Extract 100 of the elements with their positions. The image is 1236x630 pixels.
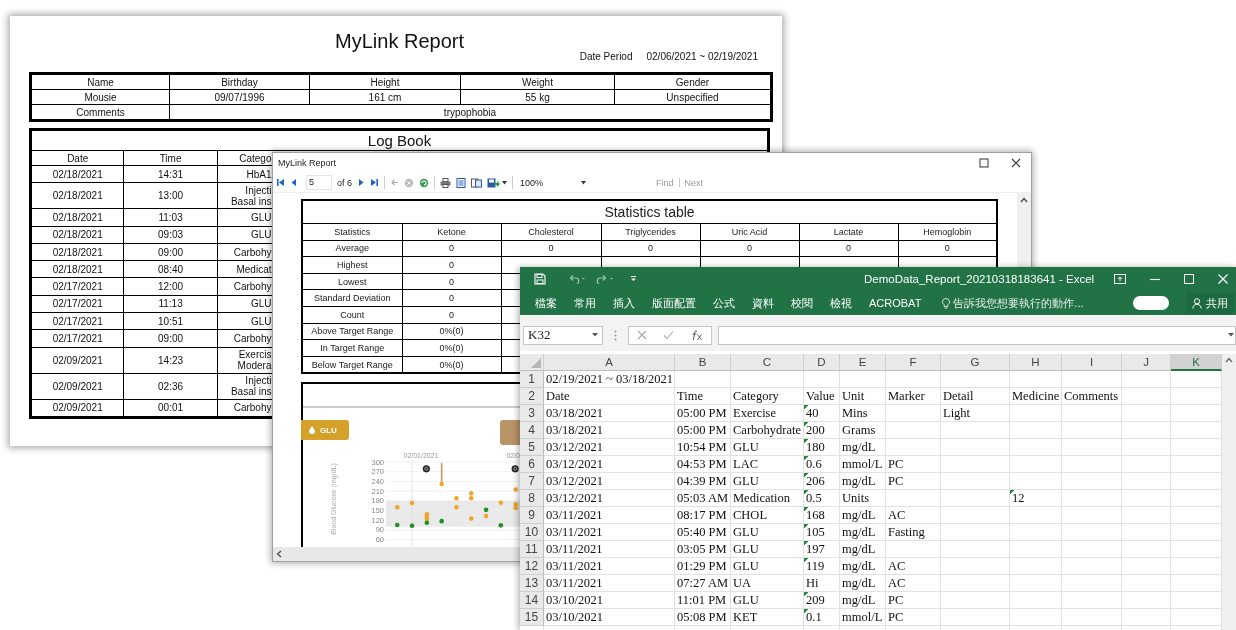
share-button[interactable]: 共用	[1186, 292, 1234, 314]
scroll-up-icon[interactable]	[1225, 357, 1233, 363]
row-header[interactable]: 8	[520, 490, 544, 507]
table-cell: 14:31	[123, 165, 218, 183]
column-header: Date	[30, 150, 124, 166]
spreadsheet-cell-text: 03/11/2021	[545, 524, 604, 541]
spreadsheet-cell-text: Fasting	[887, 524, 926, 541]
customize-icon[interactable]	[630, 276, 637, 282]
scrollbar[interactable]	[1017, 193, 1031, 267]
table-cell: 02/18/2021	[30, 260, 124, 278]
category-tab[interactable]	[499, 420, 521, 446]
function-icon[interactable]	[690, 329, 703, 341]
table-cell: 12:00	[123, 278, 218, 296]
column-header[interactable]: A	[544, 354, 675, 371]
spreadsheet-cell-text: GLU	[732, 473, 760, 490]
scrollbar[interactable]	[1222, 354, 1236, 630]
column-header[interactable]: B	[675, 354, 731, 371]
table-cell: 02/18/2021	[30, 165, 124, 183]
ribbon-tab[interactable]: 資料	[752, 295, 774, 311]
caret-icon[interactable]	[502, 180, 507, 185]
spreadsheet-cell-text: Carbohydrate	[732, 422, 803, 439]
table-cell: 02/17/2021	[30, 329, 124, 348]
data-point	[513, 487, 518, 493]
search-field[interactable]: 告訴我您想要執行的動作...	[942, 295, 1084, 311]
scroll-left-icon[interactable]	[276, 550, 282, 558]
table-cell: 55 kg	[460, 89, 615, 105]
ribbon-tab[interactable]: 檢視	[830, 295, 852, 311]
ribbon-tab[interactable]: 檔案	[535, 295, 557, 311]
ribbon-tab[interactable]: 常用	[574, 295, 596, 311]
column-header: Birthday	[169, 73, 310, 90]
spreadsheet-cell-text: Date	[545, 388, 571, 405]
first-page-icon[interactable]	[276, 178, 285, 187]
spreadsheet-cell-text: CHOL	[732, 507, 769, 524]
ribbon-tab[interactable]: 插入	[613, 295, 635, 311]
row-header[interactable]: 11	[520, 541, 544, 558]
last-page-icon[interactable]	[370, 178, 379, 187]
ribbon-tab[interactable]: ACROBAT	[869, 297, 922, 309]
redo-icon[interactable]	[596, 274, 614, 284]
row-header[interactable]: 12	[520, 558, 544, 575]
spreadsheet-cell-text: mmol/L	[841, 456, 884, 473]
spreadsheet-cell-text: Medicine	[1011, 388, 1061, 405]
spreadsheet-cell-text: 05:00 PM	[676, 422, 728, 439]
page-setup-icon[interactable]	[471, 177, 482, 188]
spreadsheet-cell-text: Comments	[1063, 388, 1120, 405]
spreadsheet-cell-text: mmol/L	[841, 609, 884, 626]
ribbon-display-icon[interactable]	[1114, 274, 1126, 284]
print-icon[interactable]	[440, 177, 451, 188]
check-icon[interactable]	[663, 330, 675, 340]
spreadsheet-cell-text: 05:08 PM	[676, 609, 728, 626]
column-header[interactable]: J	[1122, 354, 1171, 371]
column-header[interactable]: H	[1010, 354, 1062, 371]
previous-page-icon[interactable]	[290, 178, 298, 187]
page-layout-icon[interactable]	[456, 177, 466, 188]
column-header[interactable]: G	[941, 354, 1010, 371]
column-header[interactable]: D	[804, 354, 840, 371]
row-header[interactable]: 10	[520, 524, 544, 541]
undo-icon[interactable]	[568, 274, 586, 284]
spreadsheet-cell-text: Medication	[732, 490, 791, 507]
row-header[interactable]: 15	[520, 609, 544, 626]
ring-icon	[511, 465, 519, 473]
maximize-icon[interactable]	[979, 158, 989, 168]
row-header[interactable]: 1	[520, 371, 544, 388]
row-header[interactable]: 6	[520, 456, 544, 473]
spreadsheet-cell-text: 03/12/2021	[545, 490, 604, 507]
ribbon-tab[interactable]: 版面配置	[652, 295, 696, 311]
name-box[interactable]: K32	[523, 325, 603, 345]
row-header[interactable]: 5	[520, 439, 544, 456]
row-header[interactable]: 2	[520, 388, 544, 405]
column-header[interactable]: F	[886, 354, 941, 371]
field-label: Date Period	[579, 51, 633, 63]
save-icon[interactable]	[534, 273, 546, 285]
data-point	[439, 482, 444, 487]
data-point	[454, 505, 459, 510]
refresh-icon[interactable]	[419, 177, 429, 188]
next-page-icon[interactable]	[357, 178, 365, 187]
column-header[interactable]: K	[1171, 354, 1222, 371]
page-number-field[interactable]: 5	[306, 175, 332, 190]
scrollbar[interactable]	[273, 547, 520, 561]
row-header[interactable]: 14	[520, 592, 544, 609]
row-header: Count	[302, 306, 402, 324]
row-header[interactable]: 3	[520, 405, 544, 422]
spreadsheet-cell-text: 05:00 PM	[676, 405, 728, 422]
row-header[interactable]: 7	[520, 473, 544, 490]
row-header[interactable]: 4	[520, 422, 544, 439]
row-header[interactable]: 9	[520, 507, 544, 524]
formula-field[interactable]	[718, 325, 1236, 345]
close-icon[interactable]	[1011, 158, 1021, 168]
report-title: MyLink Report	[334, 29, 465, 53]
export-icon[interactable]	[487, 177, 501, 188]
scroll-up-icon[interactable]	[1020, 197, 1028, 203]
spreadsheet-cell-text: PC	[887, 456, 905, 473]
ribbon-tab[interactable]: 公式	[713, 295, 735, 311]
row-header[interactable]: 13	[520, 575, 544, 592]
account-button[interactable]	[1133, 296, 1169, 310]
column-header[interactable]: C	[731, 354, 804, 371]
column-header[interactable]: E	[840, 354, 886, 371]
column-header[interactable]: I	[1062, 354, 1122, 371]
table-cell: 02/17/2021	[30, 312, 124, 330]
window-title: MyLink Report	[278, 158, 337, 168]
ribbon-tab[interactable]: 校閱	[791, 295, 813, 311]
